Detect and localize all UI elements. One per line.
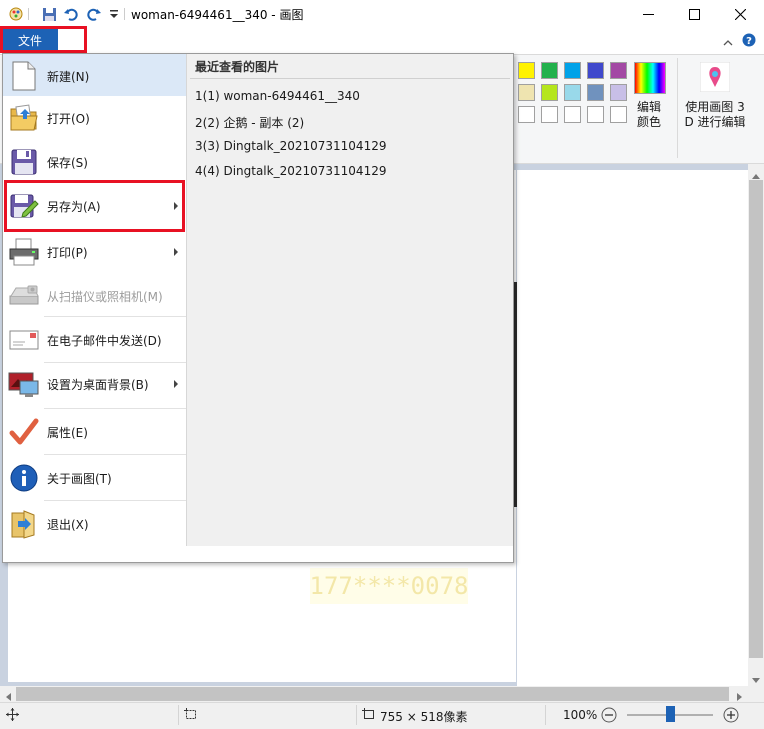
scanner-icon (7, 279, 41, 313)
menu-separator (44, 316, 186, 317)
canvas-watermark-text: 177****0078 (310, 568, 468, 604)
recent-item-2[interactable]: 2(2) 企鹅 - 副本 (2) (195, 114, 304, 131)
file-menu-item[interactable]: 从扫描仪或照相机(M) (3, 274, 186, 318)
edit-colors-label[interactable]: 编辑 颜色 (630, 100, 668, 130)
submenu-arrow-icon (174, 248, 178, 256)
palette-swatch[interactable] (541, 106, 558, 123)
palette-swatch[interactable] (541, 62, 558, 79)
open-folder-icon (7, 101, 41, 135)
paint-app-icon[interactable] (8, 6, 24, 22)
file-menu-item-label: 保存(S) (47, 155, 88, 170)
file-menu-item[interactable]: 新建(N) (3, 54, 186, 98)
printer-icon (7, 235, 41, 269)
info-icon (7, 461, 41, 495)
zoom-slider-thumb[interactable] (665, 706, 675, 722)
palette-swatch[interactable] (610, 62, 627, 79)
palette-swatch[interactable] (541, 84, 558, 101)
scrollbar-corner (748, 686, 764, 702)
zoom-out-icon[interactable] (601, 707, 617, 726)
palette-swatch[interactable] (610, 84, 627, 101)
file-menu-item[interactable]: 设置为桌面背景(B) (3, 362, 186, 406)
vertical-scroll-thumb[interactable] (749, 180, 763, 658)
file-menu-item-label: 从扫描仪或照相机(M) (47, 289, 163, 304)
horizontal-scroll-thumb[interactable] (16, 687, 729, 701)
file-menu-item-label: 退出(X) (47, 517, 89, 532)
cursor-position-icon (6, 708, 19, 724)
desktop-background-icon (7, 367, 41, 401)
close-button[interactable] (717, 0, 763, 28)
palette-swatch[interactable] (587, 62, 604, 79)
selection-size-icon (184, 708, 198, 724)
redo-icon[interactable] (86, 6, 102, 22)
svg-text:?: ? (746, 36, 752, 47)
window-title: woman-6494461__340 - 画图 (131, 8, 304, 22)
file-menu-item-label: 属性(E) (47, 425, 88, 440)
menu-separator (44, 454, 186, 455)
file-menu-item[interactable]: 关于画图(T) (3, 456, 186, 500)
recent-item-1[interactable]: 1(1) woman-6494461__340 (195, 89, 360, 103)
maximize-button[interactable] (671, 0, 717, 28)
zoom-level: 100% (563, 708, 598, 722)
customize-toolbar-icon[interactable] (106, 6, 122, 22)
save-icon[interactable] (41, 6, 57, 22)
palette-swatch[interactable] (587, 106, 604, 123)
palette-swatch[interactable] (564, 62, 581, 79)
palette-swatch[interactable] (587, 84, 604, 101)
palette-swatch[interactable] (564, 106, 581, 123)
recent-pictures-header: 最近查看的图片 (195, 60, 280, 74)
file-tab-highlight-box (0, 26, 87, 53)
file-menu-item[interactable]: 打开(O) (3, 96, 186, 140)
file-menu-item[interactable]: 保存(S) (3, 140, 186, 184)
menu-separator (44, 362, 186, 363)
palette-swatch[interactable] (518, 84, 535, 101)
scroll-up-icon[interactable] (752, 168, 760, 182)
recent-item-4[interactable]: 4(4) Dingtalk_20210731104129 (195, 164, 386, 178)
recent-item-3[interactable]: 3(3) Dingtalk_20210731104129 (195, 139, 386, 153)
save-disk-icon (7, 145, 41, 179)
file-menu-item-label: 设置为桌面背景(B) (47, 377, 149, 392)
exit-icon (7, 507, 41, 541)
paint-3d-icon[interactable] (699, 61, 731, 93)
menu-separator (44, 408, 186, 409)
ribbon-tab-row (0, 28, 764, 55)
collapse-ribbon-icon[interactable] (723, 36, 733, 50)
file-menu-item-label: 关于画图(T) (47, 471, 112, 486)
checkmark-icon (7, 415, 41, 449)
minimize-button[interactable] (625, 0, 671, 28)
file-menu-item-label: 打印(P) (47, 245, 88, 260)
help-icon[interactable]: ? (742, 33, 756, 50)
zoom-in-icon[interactable] (723, 707, 739, 726)
file-menu-item[interactable]: 在电子邮件中发送(D) (3, 318, 186, 362)
submenu-arrow-icon (174, 380, 178, 388)
menu-separator (44, 500, 186, 501)
file-menu-item-label: 在电子邮件中发送(D) (47, 333, 162, 348)
drawing-canvas-right[interactable] (517, 170, 748, 686)
save-as-highlight-box (4, 180, 185, 232)
scroll-down-icon[interactable] (752, 673, 760, 687)
file-menu-item[interactable]: 属性(E) (3, 410, 186, 454)
image-dimensions: 755 × 518像素 (380, 710, 468, 724)
file-menu-item[interactable]: 退出(X) (3, 502, 186, 546)
new-file-icon (7, 59, 41, 93)
file-menu-item-label: 打开(O) (47, 111, 90, 126)
file-menu-item-label: 新建(N) (47, 69, 90, 84)
file-menu-divider (186, 54, 187, 546)
image-size-icon (362, 708, 376, 724)
file-menu-item[interactable]: 打印(P) (3, 230, 186, 274)
email-icon (7, 323, 41, 357)
palette-swatch[interactable] (564, 84, 581, 101)
palette-swatch[interactable] (518, 106, 535, 123)
palette-swatch[interactable] (518, 62, 535, 79)
recent-header-divider (190, 78, 510, 79)
palette-swatch[interactable] (610, 106, 627, 123)
image-dark-edge (514, 282, 517, 507)
edit-colors-icon[interactable] (634, 62, 666, 94)
paint-3d-label[interactable]: 使用画图 3D 进行编辑 (680, 100, 750, 130)
undo-icon[interactable] (63, 6, 79, 22)
